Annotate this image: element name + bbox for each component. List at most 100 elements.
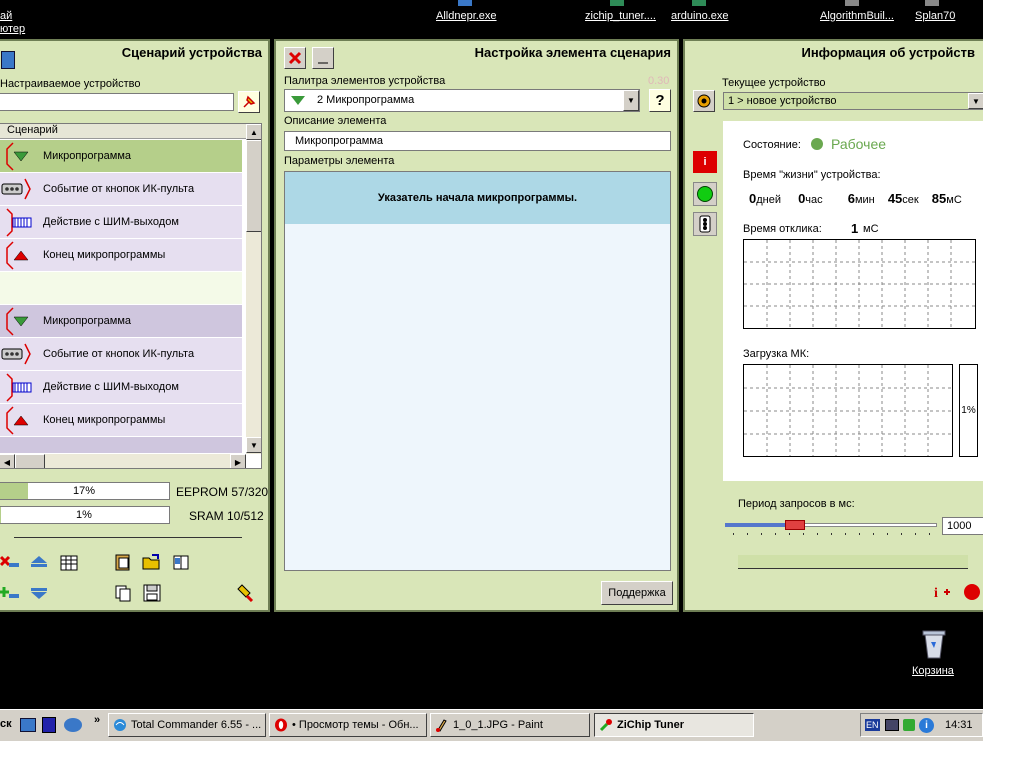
exe-icon[interactable] bbox=[692, 0, 706, 6]
scroll-up-icon[interactable]: ▲ bbox=[246, 124, 261, 140]
help-button[interactable]: ? bbox=[649, 89, 671, 112]
show-desktop-icon[interactable] bbox=[20, 718, 36, 732]
tray-app-icon[interactable] bbox=[903, 719, 915, 731]
scroll-thumb[interactable] bbox=[15, 454, 45, 468]
load-graph bbox=[743, 364, 953, 457]
info-plus-icon: i bbox=[934, 586, 950, 601]
collapse-icon[interactable] bbox=[1, 51, 15, 69]
start-button[interactable]: ск bbox=[0, 718, 12, 730]
copy-button[interactable] bbox=[112, 582, 134, 604]
triangle-down-icon bbox=[291, 96, 305, 105]
list-item[interactable]: Конец микропрограммы bbox=[0, 404, 242, 437]
messenger-icon[interactable] bbox=[64, 718, 82, 732]
taskbar-button-paint[interactable]: 1_0_1.JPG - Paint bbox=[430, 713, 590, 737]
exe-icon[interactable] bbox=[845, 0, 859, 6]
exe-icon[interactable] bbox=[610, 0, 624, 6]
minimize-element-button[interactable] bbox=[312, 47, 334, 69]
taskbar: ск » Total Commander 6.55 - ... • Просмо… bbox=[0, 709, 983, 741]
list-item[interactable]: Микропрограмма bbox=[0, 305, 242, 338]
list-item[interactable]: Конец микропрограммы bbox=[0, 239, 242, 272]
move-down-button[interactable] bbox=[28, 582, 50, 604]
quicklaunch-chevron[interactable]: » bbox=[94, 714, 100, 726]
desktop-icon-label[interactable]: ай bbox=[0, 10, 12, 22]
state-label: Состояние: bbox=[743, 139, 801, 151]
desktop-icon-zichip[interactable]: zichip_tuner.... bbox=[585, 10, 656, 22]
period-slider-thumb[interactable] bbox=[785, 520, 805, 530]
list-item[interactable]: Событие от кнопок ИК-пульта bbox=[0, 173, 242, 206]
info-plus-button[interactable]: i bbox=[931, 581, 953, 603]
status-bar bbox=[738, 555, 968, 569]
desktop-icon-algorithmbuilder[interactable]: AlgorithmBuil... bbox=[820, 10, 894, 22]
list-item[interactable]: Действие с ШИМ-выходом bbox=[0, 206, 242, 239]
pin-icon bbox=[243, 95, 256, 108]
paste-button[interactable] bbox=[112, 551, 134, 573]
horizontal-scrollbar[interactable]: ◀ ▶ bbox=[0, 454, 246, 468]
exe-icon[interactable] bbox=[925, 0, 939, 6]
period-input[interactable]: 1000 bbox=[942, 517, 983, 535]
list-item[interactable]: Событие от кнопок ИК-пульта bbox=[0, 338, 242, 371]
recycle-bin-icon[interactable] bbox=[920, 628, 948, 660]
taskbar-button-total-commander[interactable]: Total Commander 6.55 - ... bbox=[108, 713, 266, 737]
response-label: Время отклика: bbox=[743, 223, 822, 235]
connect-button[interactable] bbox=[693, 90, 715, 112]
exe-icon[interactable] bbox=[458, 0, 472, 6]
params-area[interactable]: Указатель начала микропрограммы. bbox=[284, 171, 671, 571]
close-element-button[interactable] bbox=[284, 47, 306, 69]
scenario-list[interactable]: Сценарий Микропрограмма Событие от кнопо… bbox=[0, 123, 262, 469]
move-up-button[interactable] bbox=[28, 551, 50, 573]
close-icon bbox=[288, 51, 302, 65]
info-icon[interactable]: i bbox=[693, 151, 717, 173]
copy-icon bbox=[115, 585, 131, 602]
vertical-scrollbar[interactable]: ▲ ▼ bbox=[246, 124, 261, 454]
chevron-down-icon[interactable]: ▼ bbox=[968, 93, 983, 109]
network-icon[interactable] bbox=[885, 719, 899, 731]
desktop-icon-alldnepr[interactable]: Alldnepr.exe bbox=[436, 10, 497, 22]
support-button[interactable]: Поддержка bbox=[601, 581, 673, 605]
list-item[interactable] bbox=[0, 437, 242, 454]
life-label: Время "жизни" устройства: bbox=[743, 169, 881, 181]
add-icon bbox=[0, 587, 19, 598]
list-item[interactable] bbox=[0, 272, 242, 305]
life-time: 0дней 0час 6мин 45сек 85мС bbox=[749, 191, 962, 206]
folder-open-icon bbox=[142, 554, 160, 570]
taskbar-button-zichip-tuner[interactable]: ZiChip Tuner bbox=[594, 713, 754, 737]
scenario-panel-title: Сценарий устройства bbox=[121, 45, 262, 60]
delete-element-button[interactable] bbox=[0, 551, 20, 573]
book-button[interactable] bbox=[170, 551, 192, 573]
pin-button[interactable] bbox=[238, 91, 260, 113]
language-indicator[interactable]: EN bbox=[865, 719, 880, 731]
save-button[interactable] bbox=[141, 582, 163, 604]
device-field[interactable] bbox=[0, 93, 234, 111]
recycle-bin-label[interactable]: Корзина bbox=[912, 665, 954, 677]
upload-button[interactable] bbox=[234, 582, 256, 604]
desktop-icon-label[interactable]: ютер bbox=[0, 23, 25, 35]
description-field[interactable]: Микропрограмма bbox=[284, 131, 671, 151]
properties-button[interactable] bbox=[58, 551, 80, 573]
remote-control-icon bbox=[1, 343, 31, 365]
load-percent: 1% bbox=[959, 364, 978, 457]
status-led-button[interactable] bbox=[693, 182, 717, 206]
scroll-down-icon[interactable]: ▼ bbox=[246, 437, 261, 453]
clipboard-icon bbox=[115, 554, 130, 571]
taskbar-button-opera[interactable]: • Просмотр темы - Обн... bbox=[269, 713, 427, 737]
status-area: Состояние: Рабочее Время "жизни" устройс… bbox=[723, 121, 983, 481]
open-button[interactable] bbox=[141, 551, 163, 573]
palette-select[interactable]: 2 Микропрограмма ▼ bbox=[284, 89, 640, 112]
scroll-thumb[interactable] bbox=[246, 140, 261, 232]
stop-button[interactable] bbox=[961, 581, 983, 603]
traffic-light-button[interactable] bbox=[693, 212, 717, 236]
floppy-icon[interactable] bbox=[42, 717, 56, 733]
gear-icon bbox=[697, 94, 711, 108]
info-tray-icon[interactable]: i bbox=[919, 718, 934, 733]
chevron-down-icon[interactable]: ▼ bbox=[623, 90, 639, 111]
desktop-icon-arduino[interactable]: arduino.exe bbox=[671, 10, 729, 22]
state-value: Рабочее bbox=[831, 136, 887, 152]
current-device-select[interactable]: 1 > новое устройство ▼ bbox=[723, 92, 983, 110]
microprogram-start-icon bbox=[6, 142, 29, 171]
scroll-right-icon[interactable]: ▶ bbox=[230, 454, 246, 468]
desktop-icon-splan[interactable]: Splan70 bbox=[915, 10, 955, 22]
list-item[interactable]: Действие с ШИМ-выходом bbox=[0, 371, 242, 404]
add-element-button[interactable] bbox=[0, 582, 20, 604]
list-item[interactable]: Микропрограмма bbox=[0, 140, 242, 173]
scroll-left-icon[interactable]: ◀ bbox=[0, 454, 15, 468]
